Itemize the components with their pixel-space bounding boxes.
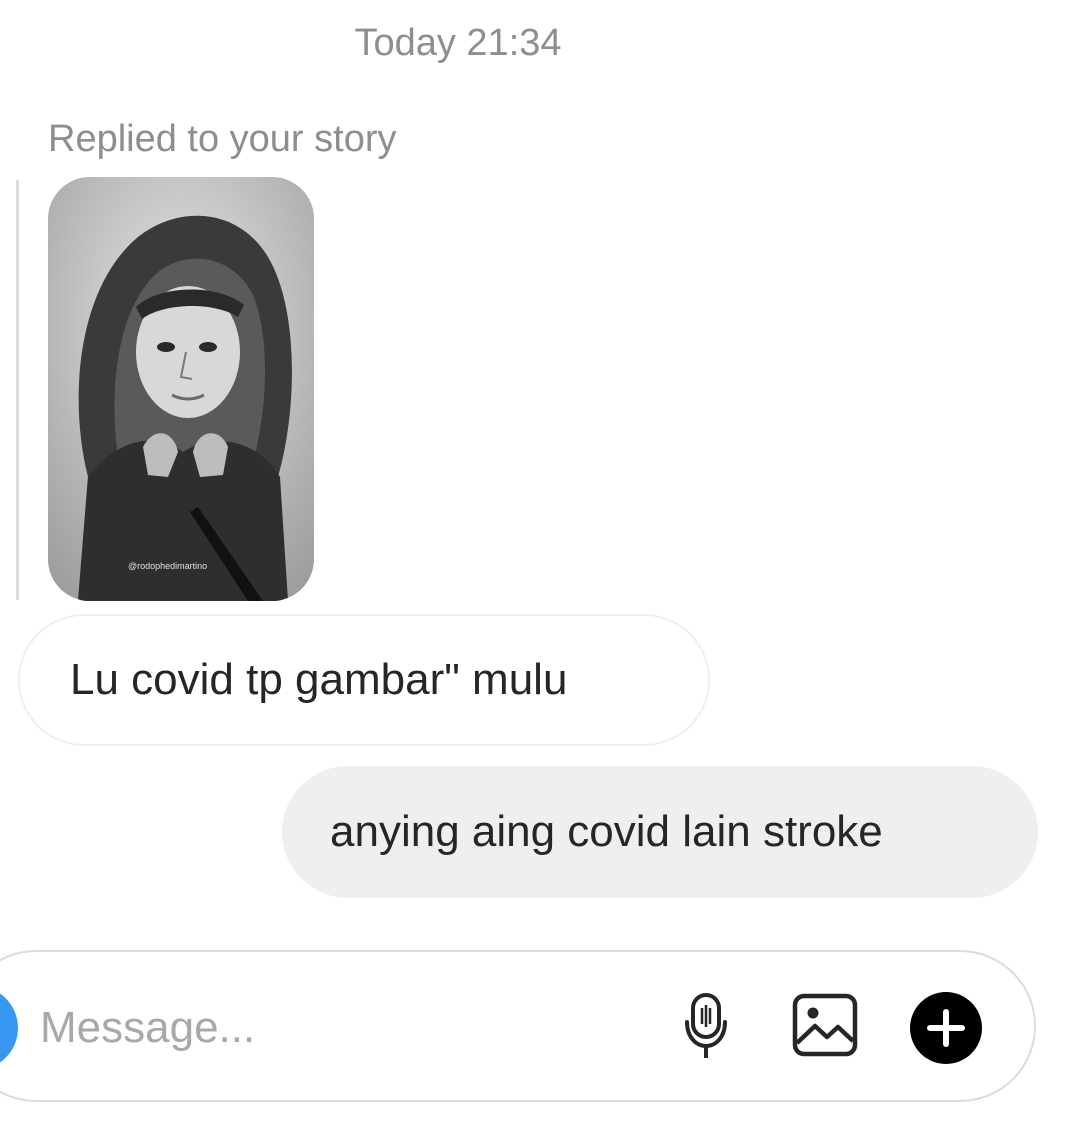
message-input[interactable] — [40, 1000, 600, 1056]
gallery-icon — [792, 993, 858, 1057]
voice-message-button[interactable] — [674, 988, 738, 1066]
more-options-button[interactable] — [908, 990, 984, 1066]
gallery-button[interactable] — [790, 992, 860, 1058]
microphone-icon — [685, 993, 727, 1058]
story-reply-label: Replied to your story — [48, 118, 397, 160]
outgoing-message-bubble[interactable]: anying aing covid lain stroke — [282, 766, 1038, 898]
story-thumbnail[interactable]: @rodophedimartino — [48, 177, 314, 601]
plus-icon — [910, 992, 982, 1064]
story-drawing-thumbnail: @rodophedimartino — [48, 177, 314, 601]
chat-screen: Today 21:34 Replied to your story @rodop… — [0, 0, 1080, 1142]
reply-quote-bar — [16, 180, 19, 600]
thumbnail-watermark: @rodophedimartino — [128, 561, 207, 571]
outgoing-message-text: anying aing covid lain stroke — [330, 807, 883, 856]
incoming-message-text: Lu covid tp gambar" mulu — [70, 655, 568, 704]
incoming-message-bubble[interactable]: Lu covid tp gambar" mulu — [18, 614, 710, 746]
message-timestamp: Today 21:34 — [354, 22, 562, 64]
